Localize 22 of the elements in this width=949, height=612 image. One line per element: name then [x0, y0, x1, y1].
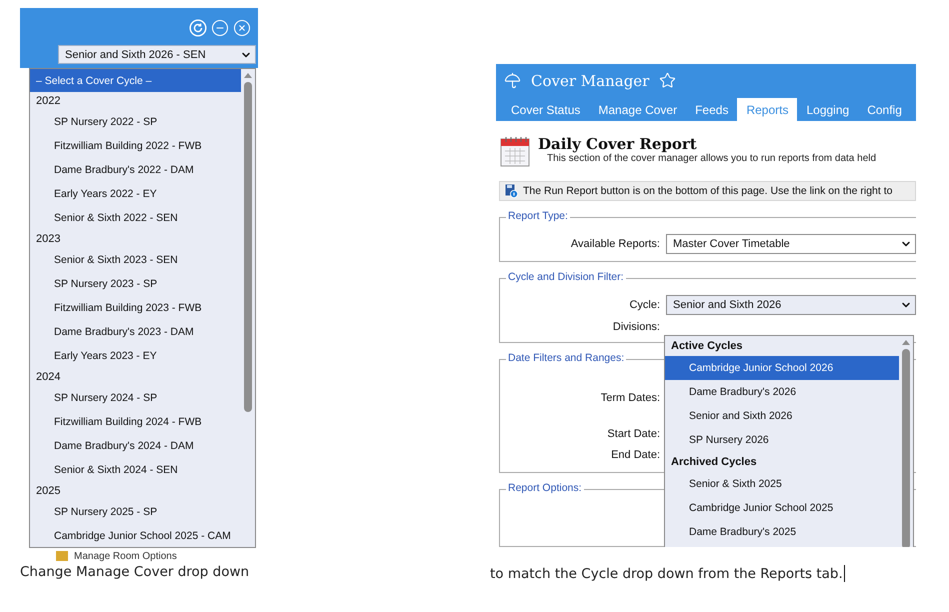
group-label: Archived Cycles	[670, 455, 758, 470]
page-description: This section of the cover manager allows you to run reports from data held	[547, 153, 876, 164]
group-label: 2022	[35, 94, 62, 109]
fieldset-legend: Cycle and Division Filter:	[506, 270, 626, 283]
field-label: Term Dates:	[600, 392, 661, 404]
field-label: Available Reports:	[570, 238, 661, 250]
field-label: End Date:	[610, 448, 661, 461]
info-message: The Run Report button is on the bottom of this page. Use the link on the right to	[523, 184, 892, 197]
group-label: 2023	[35, 232, 62, 247]
app-title: Cover Manager	[531, 72, 650, 90]
field-label: Divisions:	[612, 320, 661, 333]
field-label: Cycle:	[628, 298, 661, 311]
fieldset-legend: Report Type:	[506, 210, 570, 222]
group-label: 2025	[35, 484, 62, 499]
fieldset-legend: Report Options:	[506, 482, 584, 494]
field-label: Start Date:	[606, 428, 661, 440]
fieldset-legend: Date Filters and Ranges:	[506, 352, 626, 364]
group-label: 2024	[35, 370, 62, 385]
caption: to match the Cycle drop down from the Reports tab.	[490, 566, 843, 582]
caption: Change Manage Cover drop down	[20, 564, 250, 580]
group-label: Active Cycles	[670, 339, 744, 354]
page-title: Daily Cover Report	[538, 135, 698, 153]
